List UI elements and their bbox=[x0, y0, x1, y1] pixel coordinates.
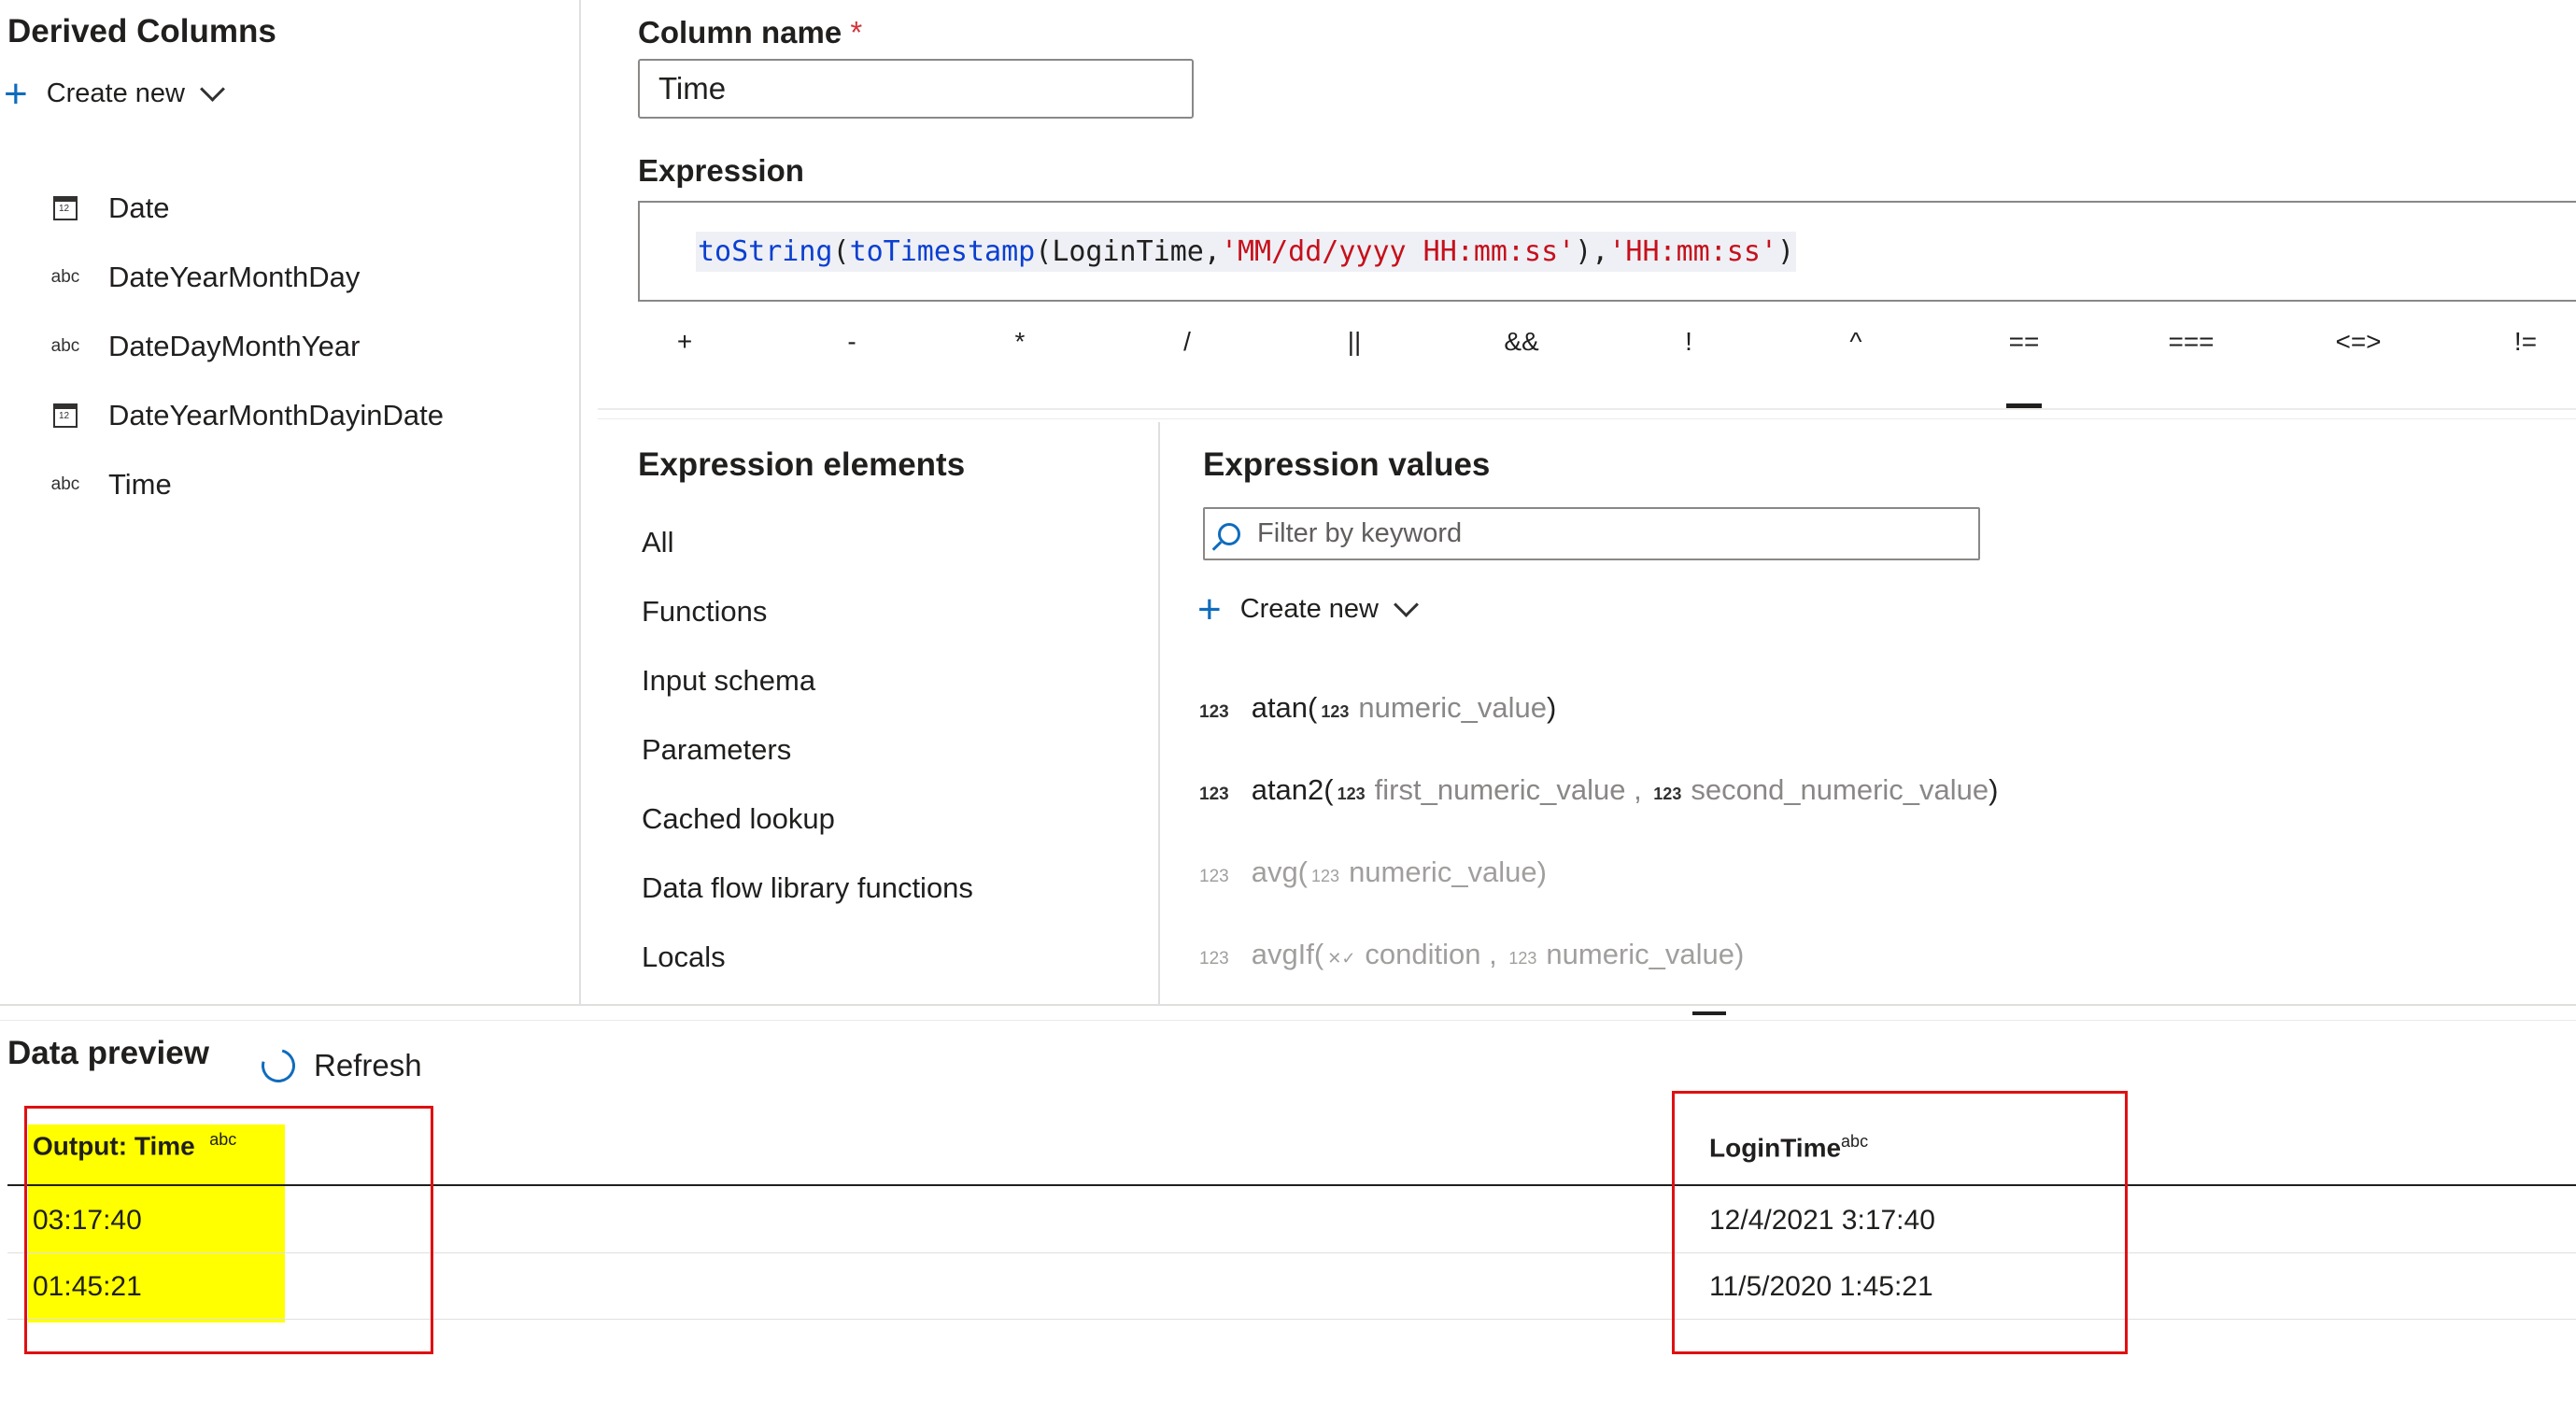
element-locals[interactable]: Locals bbox=[642, 940, 973, 1010]
function-item-atan2[interactable]: 123 atan2(123 first_numeric_value , 123 se… bbox=[1199, 773, 1998, 855]
calendar-icon: 12 bbox=[53, 403, 78, 428]
operator-null-safe-equals-button[interactable]: <=> bbox=[2335, 327, 2381, 357]
derived-column-item[interactable]: 12 Date bbox=[37, 174, 444, 243]
operator-xor-button[interactable]: ^ bbox=[1849, 327, 1861, 357]
operator-divide-button[interactable]: / bbox=[1183, 327, 1191, 357]
numeric-type-icon: 123 bbox=[1199, 867, 1229, 886]
operator-not-button[interactable]: ! bbox=[1685, 327, 1692, 357]
column-name: DateDayMonthYear bbox=[108, 330, 361, 362]
left-panel-divider bbox=[579, 0, 581, 1004]
element-cached-lookup[interactable]: Cached lookup bbox=[642, 802, 973, 871]
operator-and-button[interactable]: && bbox=[1504, 327, 1538, 357]
element-data-flow-library-functions[interactable]: Data flow library functions bbox=[642, 871, 973, 940]
element-parameters[interactable]: Parameters bbox=[642, 733, 973, 802]
numeric-type-icon: 123 bbox=[1311, 867, 1340, 885]
element-all[interactable]: All bbox=[642, 526, 973, 595]
annotation-box-logintime bbox=[1672, 1091, 2128, 1354]
refresh-button[interactable]: Refresh bbox=[255, 1042, 422, 1089]
create-new-label: Create new bbox=[46, 78, 186, 108]
operator-minus-button[interactable]: - bbox=[847, 327, 856, 357]
operator-multiply-button[interactable]: * bbox=[1015, 327, 1026, 357]
string-type-icon: abc bbox=[50, 267, 80, 287]
create-new-value-button[interactable]: + Create new bbox=[1197, 586, 1419, 632]
chevron-down-icon bbox=[200, 77, 225, 102]
plus-icon: + bbox=[1197, 586, 1222, 632]
derived-column-item[interactable]: abc DateDayMonthYear bbox=[37, 312, 444, 381]
numeric-type-icon: 123 bbox=[1199, 702, 1229, 722]
operator-not-equals-button[interactable]: != bbox=[2514, 327, 2537, 357]
column-name-input[interactable]: Time bbox=[638, 59, 1194, 119]
column-name: DateYearMonthDayinDate bbox=[108, 399, 445, 431]
divider bbox=[598, 418, 2576, 419]
expression-elements-list: All Functions Input schema Parameters Ca… bbox=[642, 526, 973, 1010]
column-name: DateYearMonthDay bbox=[108, 261, 361, 293]
derived-column-list: 12 Date abc DateYearMonthDay abc DateDay… bbox=[37, 174, 444, 519]
function-item-avg[interactable]: 123 avg(123 numeric_value) bbox=[1199, 855, 1998, 938]
expression-values-title: Expression values bbox=[1203, 446, 1491, 483]
create-new-label: Create new bbox=[1239, 594, 1380, 624]
numeric-type-icon: 123 bbox=[1508, 949, 1537, 968]
numeric-type-icon: 123 bbox=[1199, 785, 1229, 804]
function-item-atan[interactable]: 123 atan(123 numeric_value) bbox=[1199, 691, 1998, 773]
divider bbox=[0, 1004, 2576, 1006]
expression-editor[interactable]: toString(toTimestamp(LoginTime,'MM/dd/yy… bbox=[638, 201, 2576, 302]
expression-label: Expression bbox=[638, 153, 804, 188]
expression-values-list: 123 atan(123 numeric_value) 123 atan2(123… bbox=[1199, 691, 1998, 1020]
derived-columns-title: Derived Columns bbox=[7, 13, 276, 49]
element-input-schema[interactable]: Input schema bbox=[642, 664, 973, 733]
refresh-label: Refresh bbox=[314, 1048, 422, 1082]
refresh-icon bbox=[255, 1042, 302, 1089]
derived-column-item[interactable]: 12 DateYearMonthDayinDate bbox=[37, 381, 444, 450]
data-preview-title: Data preview bbox=[7, 1035, 209, 1071]
operator-or-button[interactable]: || bbox=[1348, 327, 1362, 357]
operator-plus-button[interactable]: + bbox=[677, 327, 692, 357]
divider bbox=[0, 1020, 2576, 1021]
numeric-type-icon: 123 bbox=[1321, 702, 1350, 721]
operator-strict-equals-button[interactable]: === bbox=[2168, 327, 2214, 357]
column-name: Date bbox=[108, 191, 170, 224]
function-item-avgif[interactable]: 123 avgIf(✕✓ condition , 123 numeric_value… bbox=[1199, 938, 1998, 1020]
create-new-column-button[interactable]: + Create new bbox=[4, 70, 225, 117]
numeric-type-icon: 123 bbox=[1653, 785, 1682, 803]
operator-toolbar: + - * / || && ! ^ == === <=> != bbox=[598, 327, 2576, 392]
element-functions[interactable]: Functions bbox=[642, 595, 973, 664]
search-icon bbox=[1218, 522, 1240, 545]
string-type-icon: abc bbox=[50, 474, 80, 494]
expression-elements-title: Expression elements bbox=[638, 446, 966, 483]
resize-grip[interactable] bbox=[1692, 1011, 1726, 1015]
required-marker: * bbox=[850, 15, 863, 49]
plus-icon: + bbox=[4, 70, 28, 117]
string-type-icon: abc bbox=[50, 336, 80, 356]
expression-code: toString(toTimestamp(LoginTime,'MM/dd/yy… bbox=[696, 231, 1797, 272]
operator-equals-button[interactable]: == bbox=[2009, 327, 2040, 357]
annotation-box-output bbox=[24, 1106, 433, 1354]
derived-column-item-selected[interactable]: abc Time bbox=[37, 450, 444, 519]
chevron-down-icon bbox=[1394, 592, 1419, 617]
panel-divider bbox=[1158, 422, 1160, 1004]
filter-placeholder: Filter by keyword bbox=[1257, 518, 1463, 548]
calendar-icon: 12 bbox=[53, 196, 78, 220]
column-name-label: Column name * bbox=[638, 15, 863, 49]
divider bbox=[598, 408, 2576, 410]
boolean-type-icon: ✕✓ bbox=[1327, 949, 1356, 968]
derived-column-item[interactable]: abc DateYearMonthDay bbox=[37, 243, 444, 312]
filter-input[interactable]: Filter by keyword bbox=[1203, 507, 1980, 560]
numeric-type-icon: 123 bbox=[1337, 785, 1366, 803]
column-name: Time bbox=[108, 468, 172, 501]
numeric-type-icon: 123 bbox=[1199, 949, 1229, 969]
